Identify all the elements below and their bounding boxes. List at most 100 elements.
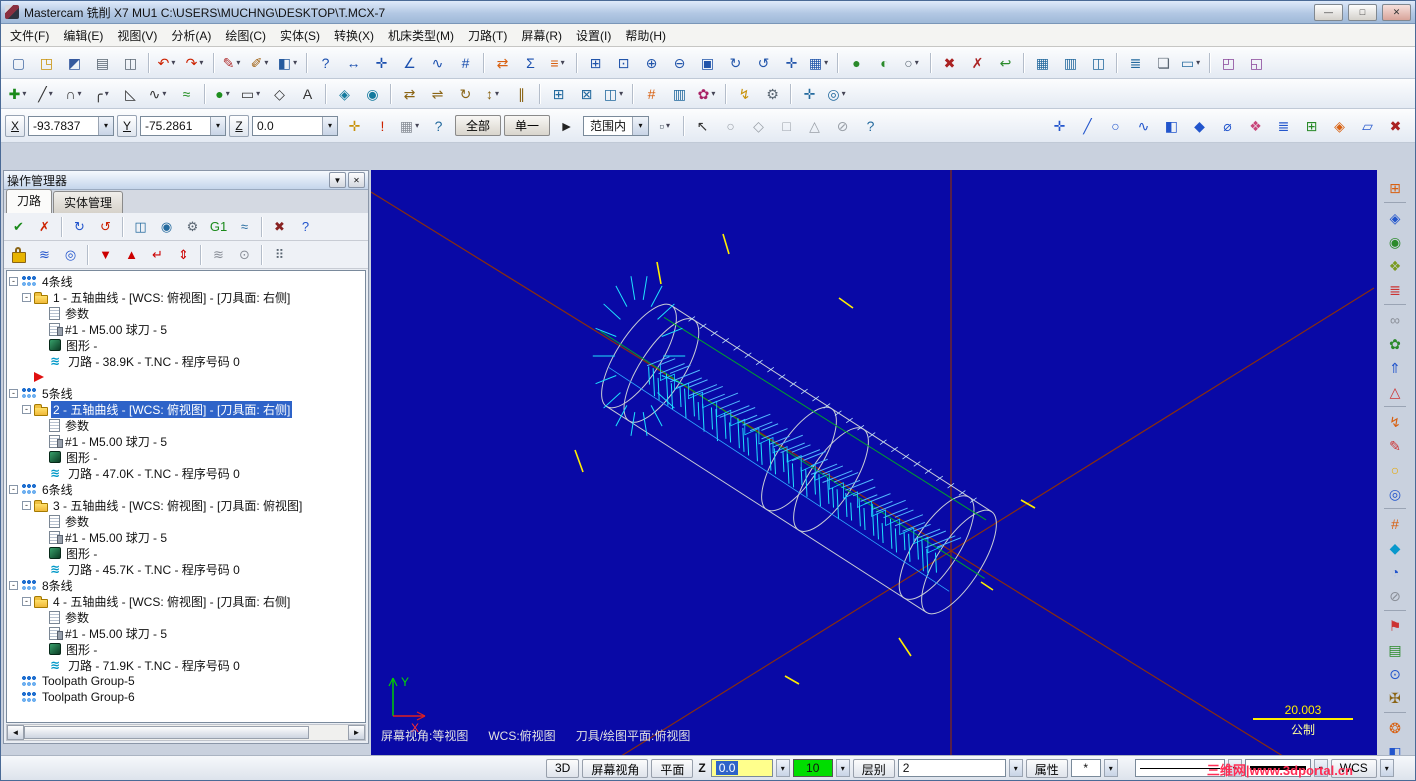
dropdown-arrow-icon[interactable]: ▾ (664, 121, 672, 130)
dropdown-arrow-icon[interactable]: ▾ (160, 89, 168, 98)
mr-gem-icon[interactable]: ◆ (1381, 536, 1410, 559)
grid-snap-icon[interactable]: ✛ (796, 81, 823, 106)
dropdown-arrow-icon[interactable]: ▾ (493, 89, 501, 98)
repaint-icon[interactable]: ↻ (722, 50, 749, 75)
mr-circle-icon[interactable]: ○ (1381, 458, 1410, 481)
undelete-icon[interactable]: ↩ (992, 50, 1019, 75)
dropdown-arrow-icon[interactable]: ▾ (413, 121, 421, 130)
stock-setup-icon[interactable]: ⊠ (573, 81, 600, 106)
dropdown-arrow-icon[interactable]: ▾ (913, 58, 921, 67)
dropdown-arrow-icon[interactable]: ▾ (234, 58, 242, 67)
dropdown-arrow-icon[interactable]: ▾ (709, 89, 717, 98)
attribute-fill-icon[interactable]: ◧ ▾ (275, 50, 302, 75)
z-depth-label[interactable]: Z (696, 761, 707, 775)
solids-revolve-icon[interactable]: ◉ (359, 81, 386, 106)
dropdown-arrow-icon[interactable]: ▾ (291, 58, 299, 67)
3d-toggle-button[interactable]: 3D (546, 758, 580, 778)
operation-row[interactable]: - 3 - 五轴曲线 - [WCS: 俯视图] - [刀具面: 俯视图] (20, 497, 365, 513)
viewsheets-icon[interactable]: ❏ (1150, 50, 1177, 75)
dropdown-arrow-icon[interactable]: ▾ (617, 89, 625, 98)
tool-manager-icon[interactable]: ◫ ▾ (601, 81, 628, 106)
mr-link-icon[interactable]: ∞ (1381, 308, 1410, 331)
backplot-icon[interactable]: ◫ (128, 215, 153, 238)
title-bar[interactable]: Mastercam 铣削 X7 MU1 C:\USERS\MUCHNG\DESK… (1, 1, 1415, 24)
open-file-icon[interactable]: ◳ (33, 50, 60, 75)
xform-rotate-icon[interactable]: ↻ (452, 81, 479, 106)
dropdown-arrow-icon[interactable]: ▾ (822, 58, 830, 67)
save-file-icon[interactable]: ◩ (61, 50, 88, 75)
display-associated-icon[interactable]: ⊙ (232, 243, 257, 266)
toolpath-group-row[interactable]: - 5条线 (7, 385, 365, 401)
run-addin-icon[interactable]: ↯ (731, 81, 758, 106)
expander-icon[interactable]: - (22, 500, 31, 510)
expander-icon[interactable]: - (22, 292, 31, 302)
select-help-icon[interactable]: ? (857, 113, 884, 138)
art-icon[interactable]: ✿ ▾ (694, 81, 721, 106)
gview-cube-icon[interactable]: ◰ (1215, 50, 1242, 75)
z-coordinate-input[interactable]: 0.0 ▾ (252, 115, 338, 136)
mr-bolt-icon[interactable]: ↯ (1381, 410, 1410, 433)
post-g1-icon[interactable]: G1 (206, 215, 231, 238)
select-body-icon[interactable]: △ (801, 113, 828, 138)
xform-scale-icon[interactable]: ↕ ▾ (480, 81, 507, 106)
scroll-left-icon[interactable]: ◄ (7, 725, 24, 740)
op-geometry-row[interactable]: 图形 - (33, 449, 365, 465)
menu-help[interactable]: 帮助(H) (618, 24, 673, 47)
chook-icon[interactable]: # (638, 81, 665, 106)
redo-icon[interactable]: ↷ ▾ (182, 50, 209, 75)
point-style-dropdown-icon[interactable]: ▾ (1103, 759, 1118, 777)
qm-all-solids-icon[interactable]: ◆ (1186, 113, 1213, 138)
insert-position-marker[interactable] (20, 369, 365, 385)
opman-header[interactable]: 操作管理器 ▼ ✕ (4, 171, 368, 190)
ortho-grid-icon[interactable]: ▥ (1057, 50, 1084, 75)
xform-offset-icon[interactable]: ∥ (508, 81, 535, 106)
create-polygon-icon[interactable]: ◇ (266, 81, 293, 106)
scroll-thumb[interactable] (24, 726, 310, 739)
mr-pencil-icon[interactable]: ✎ (1381, 434, 1410, 457)
grid-toggle-icon[interactable]: ▦ ▾ (397, 113, 424, 138)
mr-arrow-up-icon[interactable]: ⇑ (1381, 356, 1410, 379)
z-depth-input[interactable]: 0.0 (710, 759, 773, 777)
plane-button[interactable]: 平面 (651, 758, 694, 778)
regen-all-icon[interactable]: ↺ (93, 215, 118, 238)
mr-flag-icon[interactable]: ⚑ (1381, 614, 1410, 637)
create-fillet-icon[interactable]: ╭ ▾ (89, 81, 116, 106)
expander-icon[interactable]: - (9, 580, 18, 590)
analyze-dynamic-icon[interactable]: ✛ (368, 50, 395, 75)
undo-icon[interactable]: ↶ ▾ (154, 50, 181, 75)
insert-return-icon[interactable]: ↵ (145, 243, 170, 266)
insert-toggle-icon[interactable]: ⇕ (171, 243, 196, 266)
scroll-right-icon[interactable]: ► (348, 725, 365, 740)
menu-file[interactable]: 文件(F) (3, 24, 56, 47)
wireframe-icon[interactable]: ○ ▾ (899, 50, 926, 75)
toolpath-group-row[interactable]: - 8条线 (7, 577, 365, 593)
attribute-color-icon[interactable]: ✎ ▾ (219, 50, 246, 75)
op-tool-row[interactable]: #1 - M5.00 球刀 - 5 (33, 529, 365, 545)
minimize-button[interactable]: — (1314, 3, 1343, 21)
select-all-dirty-ops-icon[interactable]: ✗ (32, 215, 57, 238)
create-surface-icon[interactable]: ● ▾ (210, 81, 237, 106)
op-tool-row[interactable]: #1 - M5.00 球刀 - 5 (33, 625, 365, 641)
qm-group-mask-icon[interactable]: ⊞ (1298, 113, 1325, 138)
close-button[interactable]: ✕ (1382, 3, 1411, 21)
dropdown-arrow-icon[interactable]: ▾ (197, 58, 205, 67)
op-toolpath-row[interactable]: ≋ 刀路 - 38.9K - T.NC - 程序号码 0 (33, 353, 365, 369)
qm-plane-mask-icon[interactable]: ▱ (1354, 113, 1381, 138)
menu-xform[interactable]: 转换(X) (327, 24, 381, 47)
point-style-selector[interactable]: * (1070, 759, 1101, 777)
expander-icon[interactable]: - (9, 276, 18, 286)
multi-view-icon[interactable]: ◫ (1085, 50, 1112, 75)
toolpath-group-row[interactable]: - 4条线 (7, 273, 365, 289)
opman-collapse-button[interactable]: ▼ (329, 172, 346, 188)
display-selected-only-icon[interactable]: ≋ (206, 243, 231, 266)
dropdown-arrow-icon[interactable]: ▾ (262, 58, 270, 67)
operation-row[interactable]: - 4 - 五轴曲线 - [WCS: 俯视图] - [刀具面: 右侧] (20, 593, 365, 609)
create-rect-icon[interactable]: ▭ ▾ (238, 81, 265, 106)
mr-gview-side-icon[interactable]: ≣ (1381, 278, 1410, 301)
op-geometry-row[interactable]: 图形 - (33, 641, 365, 657)
screen-capture-icon[interactable]: ◫ (117, 50, 144, 75)
dropdown-arrow-icon[interactable]: ▾ (254, 89, 262, 98)
menu-edit[interactable]: 编辑(E) (56, 24, 110, 47)
qm-all-arcs-icon[interactable]: ○ (1102, 113, 1129, 138)
opman-close-button[interactable]: ✕ (348, 172, 365, 188)
